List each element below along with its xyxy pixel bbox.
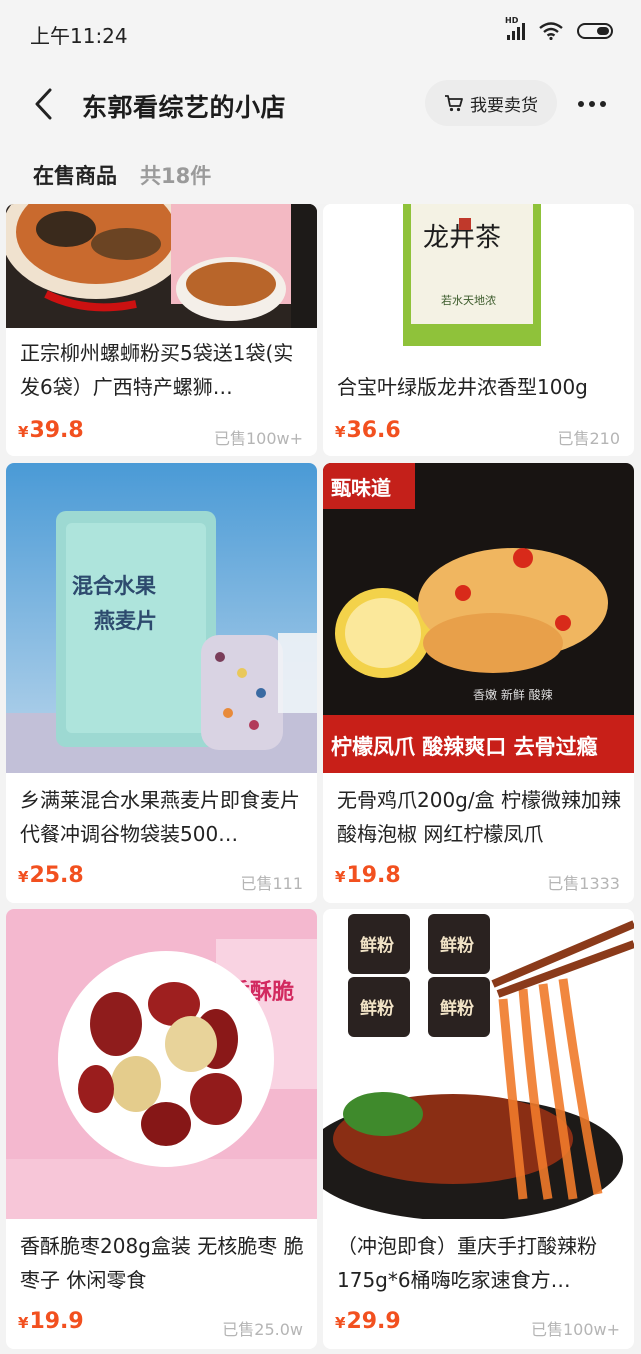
product-price: ¥25.8 bbox=[18, 863, 84, 888]
more-dots-icon[interactable] bbox=[572, 86, 612, 122]
product-name: 正宗柳州螺蛳粉买5袋送1袋(实发6袋）广西特产螺狮… bbox=[20, 341, 294, 399]
product-card[interactable]: 混合水果 燕麦片 乡满莱混合水果燕麦片即食麦片代餐冲调谷物袋装500… ¥25.… bbox=[6, 463, 317, 903]
product-price: ¥29.9 bbox=[335, 1309, 401, 1334]
hd-label: HD bbox=[505, 16, 519, 25]
svg-text:鲜粉: 鲜粉 bbox=[440, 998, 474, 1019]
product-card[interactable]: 正宗柳州螺蛳粉买5袋送1袋(实发6袋）广西特产螺狮… ¥39.8 已售100w+ bbox=[6, 204, 317, 456]
svg-text:鲜粉: 鲜粉 bbox=[440, 935, 474, 956]
svg-text:鲜粉: 鲜粉 bbox=[360, 935, 394, 956]
svg-text:混合水果: 混合水果 bbox=[72, 574, 156, 598]
product-image-oatmeal: 混合水果 燕麦片 bbox=[6, 463, 317, 773]
product-card[interactable]: 甄味道 香嫩 新鲜 酸辣 柠檬凤爪 酸辣爽口 去骨过瘾 无骨鸡爪200g/盒 柠… bbox=[323, 463, 634, 903]
svg-text:甄味道: 甄味道 bbox=[331, 476, 391, 500]
product-price: ¥39.8 bbox=[18, 418, 84, 443]
shop-title: 东郭看综艺的小店 bbox=[82, 93, 287, 122]
product-sold: 已售111 bbox=[240, 874, 303, 893]
cart-icon bbox=[445, 95, 463, 112]
product-image-hot-sour-noodles: 鲜粉 鲜粉 鲜粉 鲜粉 bbox=[323, 909, 634, 1219]
sell-button-label: 我要卖货 bbox=[470, 95, 538, 116]
product-sold: 已售100w+ bbox=[213, 429, 303, 448]
battery-icon bbox=[577, 23, 613, 39]
svg-text:若水天地浓: 若水天地浓 bbox=[441, 294, 496, 307]
product-card[interactable]: 龙井茶 若水天地浓 合宝叶绿版龙井浓香型100g ¥36.6 已售210 bbox=[323, 204, 634, 456]
svg-text:柠檬凤爪 酸辣爽口 去骨过瘾: 柠檬凤爪 酸辣爽口 去骨过瘾 bbox=[331, 735, 598, 759]
product-image-chicken-feet: 甄味道 香嫩 新鲜 酸辣 柠檬凤爪 酸辣爽口 去骨过瘾 bbox=[323, 463, 634, 773]
wifi-icon bbox=[539, 22, 563, 40]
signal-icon: HD bbox=[505, 16, 525, 40]
product-sold: 已售1333 bbox=[547, 874, 620, 893]
product-price: ¥36.6 bbox=[335, 418, 401, 443]
chevron-left-icon[interactable] bbox=[26, 86, 62, 122]
svg-text:鲜粉: 鲜粉 bbox=[360, 998, 394, 1019]
section-title: 在售商品 bbox=[33, 164, 117, 188]
product-card[interactable]: 鲜粉 鲜粉 鲜粉 鲜粉 （冲泡即食）重庆手打酸辣粉175g*6桶嗨吃家速食方… … bbox=[323, 909, 634, 1349]
product-image-jujube: 香酥脆 bbox=[6, 909, 317, 1219]
product-price: ¥19.8 bbox=[335, 863, 401, 888]
status-bar: 上午11:24 HD bbox=[0, 0, 641, 70]
product-name: 合宝叶绿版龙井浓香型100g bbox=[337, 375, 588, 399]
section-count: 共18件 bbox=[140, 164, 212, 188]
product-name: 乡满莱混合水果燕麦片即食麦片代餐冲调谷物袋装500… bbox=[20, 788, 300, 846]
header: 东郭看综艺的小店 我要卖货 bbox=[0, 70, 641, 140]
product-sold: 已售100w+ bbox=[530, 1320, 620, 1339]
status-time: 上午11:24 bbox=[30, 24, 128, 48]
product-image-snail-noodles bbox=[6, 204, 317, 328]
product-sold: 已售25.0w bbox=[222, 1320, 303, 1339]
section-header: 在售商品 共18件 bbox=[0, 140, 641, 204]
product-card[interactable]: 香酥脆 香酥脆枣208g盒装 无核脆枣 脆枣子 休闲零食 ¥19.9 已售25.… bbox=[6, 909, 317, 1349]
sell-goods-button[interactable]: 我要卖货 bbox=[425, 80, 557, 126]
product-name: 无骨鸡爪200g/盒 柠檬微辣加辣酸梅泡椒 网红柠檬凤爪 bbox=[337, 788, 621, 846]
product-sold: 已售210 bbox=[557, 429, 620, 448]
status-icons: HD bbox=[505, 16, 613, 40]
product-image-longjing-tea: 龙井茶 若水天地浓 bbox=[323, 204, 634, 352]
product-name: 香酥脆枣208g盒装 无核脆枣 脆枣子 休闲零食 bbox=[20, 1234, 304, 1292]
svg-text:香嫩 新鲜 酸辣: 香嫩 新鲜 酸辣 bbox=[473, 687, 553, 702]
svg-text:燕麦片: 燕麦片 bbox=[94, 609, 157, 633]
product-name: （冲泡即食）重庆手打酸辣粉175g*6桶嗨吃家速食方… bbox=[337, 1234, 597, 1292]
product-price: ¥19.9 bbox=[18, 1309, 84, 1334]
